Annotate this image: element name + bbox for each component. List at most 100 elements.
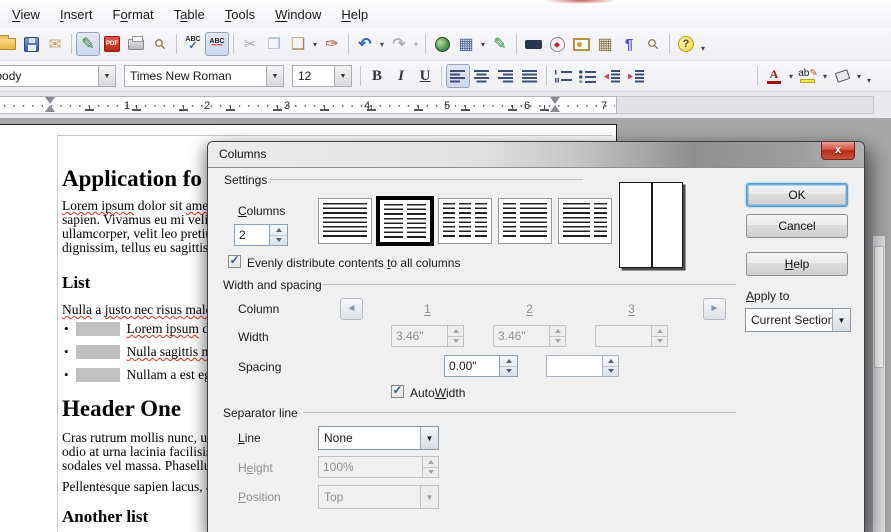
find-replace-icon[interactable]: [521, 32, 545, 56]
insert-table-icon[interactable]: ▦: [454, 32, 478, 56]
open-icon[interactable]: [0, 32, 19, 56]
stepper-up-icon[interactable]: [500, 356, 517, 366]
stepper-down-icon[interactable]: [500, 366, 517, 377]
ruler-track[interactable]: 1 2 3 4 5 6 7: [0, 96, 617, 114]
standard-toolbar: ✉ ✎ PDF ⚲ ABC✓ ABC~~ ✂ ❐ ❏ ▾ ✑ ↶ ▾ ↷ ▾ ▦…: [0, 28, 891, 61]
table-dropdown-icon[interactable]: ▾: [478, 40, 488, 49]
gray-field-box[interactable]: [76, 345, 120, 359]
vertical-scrollbar[interactable]: [873, 236, 885, 532]
column-prev-button[interactable]: ◄: [340, 298, 363, 320]
paste-dropdown-icon[interactable]: ▾: [310, 40, 320, 49]
menu-tools[interactable]: Tools: [215, 3, 265, 26]
help-icon[interactable]: ?: [674, 32, 698, 56]
formatting-overflow-icon[interactable]: ▾: [864, 76, 874, 85]
increase-indent-button[interactable]: [623, 64, 647, 88]
right-indent-marker-top[interactable]: [550, 97, 560, 104]
help-button[interactable]: Help: [746, 252, 848, 276]
size-dropdown-icon[interactable]: ▼: [334, 66, 351, 86]
bullet-list-button[interactable]: [575, 64, 599, 88]
scrollbar-thumb[interactable]: [874, 246, 884, 368]
format-paintbrush-icon[interactable]: ✑: [320, 32, 344, 56]
preset-two-columns[interactable]: [378, 198, 432, 244]
font-dropdown-icon[interactable]: ▼: [266, 66, 283, 86]
doc-heading-2: Header One: [62, 396, 181, 422]
stepper-down-icon[interactable]: [270, 235, 287, 246]
preset-left-narrow[interactable]: [498, 198, 552, 244]
zoom-icon[interactable]: ⚲: [636, 27, 670, 61]
highlighting-button[interactable]: ab✎: [796, 64, 820, 88]
decrease-indent-button[interactable]: [599, 64, 623, 88]
menu-view[interactable]: View: [2, 3, 50, 26]
spacing-1-stepper[interactable]: 0.00": [444, 355, 518, 377]
column-next-button[interactable]: ►: [703, 298, 726, 320]
line-dropdown[interactable]: None ▼: [318, 426, 439, 450]
navigator-icon[interactable]: ◆: [545, 32, 569, 56]
menu-table[interactable]: Table: [164, 3, 215, 26]
italic-button[interactable]: I: [389, 64, 413, 88]
preset-right-narrow[interactable]: [558, 198, 612, 244]
background-color-button[interactable]: [830, 64, 854, 88]
export-pdf-icon[interactable]: PDF: [100, 32, 124, 56]
data-sources-icon[interactable]: ▦: [593, 32, 617, 56]
spellcheck-icon[interactable]: ABC✓: [181, 32, 205, 56]
underline-button[interactable]: U: [413, 64, 437, 88]
bullet-icon: •: [64, 367, 69, 383]
copy-icon[interactable]: ❐: [262, 32, 286, 56]
style-dropdown-icon[interactable]: ▼: [98, 66, 115, 86]
close-icon[interactable]: x: [821, 142, 855, 160]
redo-dropdown-icon: ▾: [411, 40, 421, 49]
menu-insert[interactable]: Insert: [50, 3, 103, 26]
preset-one-column[interactable]: [318, 198, 372, 244]
left-indent-marker-top[interactable]: [45, 97, 55, 104]
menu-format[interactable]: Format: [102, 3, 163, 26]
horizontal-ruler[interactable]: 1 2 3 4 5 6 7: [0, 92, 891, 118]
numbered-list-button[interactable]: [551, 64, 575, 88]
columns-count-stepper[interactable]: 2: [234, 224, 288, 246]
line-dropdown-icon[interactable]: ▼: [420, 427, 438, 449]
auto-spellcheck-icon[interactable]: ABC~~: [205, 32, 229, 56]
apply-to-dropdown-icon[interactable]: ▼: [832, 309, 850, 331]
align-right-button[interactable]: [494, 64, 518, 88]
menu-window[interactable]: Window: [265, 3, 331, 26]
spacing-2-stepper[interactable]: [546, 355, 619, 377]
right-indent-marker-bottom[interactable]: [550, 105, 560, 112]
background-dropdown-icon[interactable]: ▾: [854, 72, 864, 81]
font-color-button[interactable]: A: [762, 64, 786, 88]
font-name-combo[interactable]: Times New Roman ▼: [124, 65, 284, 87]
paste-icon[interactable]: ❏: [286, 32, 310, 56]
paragraph-style-value: ext body: [0, 69, 98, 83]
undo-dropdown-icon[interactable]: ▾: [377, 40, 387, 49]
preset-three-columns[interactable]: [438, 198, 492, 244]
gray-field-box[interactable]: [76, 322, 120, 336]
save-icon[interactable]: [19, 32, 43, 56]
stepper-up-icon[interactable]: [270, 225, 287, 235]
undo-icon[interactable]: ↶: [353, 32, 377, 56]
apply-to-dropdown[interactable]: Current Section ▼: [745, 308, 851, 332]
spacing-1-value: 0.00": [449, 359, 477, 373]
cancel-button[interactable]: Cancel: [746, 214, 848, 238]
toolbar-overflow-icon[interactable]: ▾: [698, 44, 708, 53]
dialog-titlebar[interactable]: Columns x: [208, 142, 864, 168]
email-icon[interactable]: ✉: [43, 32, 67, 56]
paragraph-style-combo[interactable]: ext body ▼: [0, 65, 116, 87]
position-dropdown-icon: ▼: [420, 486, 438, 508]
ok-button[interactable]: OK: [746, 183, 848, 207]
left-indent-marker-bottom[interactable]: [45, 105, 55, 112]
hyperlink-icon[interactable]: [430, 32, 454, 56]
align-center-button[interactable]: [470, 64, 494, 88]
menu-help[interactable]: Help: [331, 3, 378, 26]
highlighting-dropdown-icon[interactable]: ▾: [820, 72, 830, 81]
font-size-combo[interactable]: 12 ▼: [292, 65, 352, 87]
gallery-icon[interactable]: [569, 32, 593, 56]
align-left-button[interactable]: [446, 64, 470, 88]
evenly-distribute-checkbox[interactable]: ✓: [228, 255, 241, 268]
gray-field-box[interactable]: [76, 368, 120, 382]
edit-file-icon[interactable]: ✎: [76, 32, 100, 56]
print-preview-icon[interactable]: ⚲: [143, 27, 177, 61]
draw-functions-icon[interactable]: ✎: [488, 32, 512, 56]
autowidth-checkbox[interactable]: ✓: [391, 385, 404, 398]
justify-button[interactable]: [518, 64, 542, 88]
bold-button[interactable]: B: [365, 64, 389, 88]
height-stepper: 100%: [318, 456, 439, 478]
font-color-dropdown-icon[interactable]: ▾: [786, 72, 796, 81]
